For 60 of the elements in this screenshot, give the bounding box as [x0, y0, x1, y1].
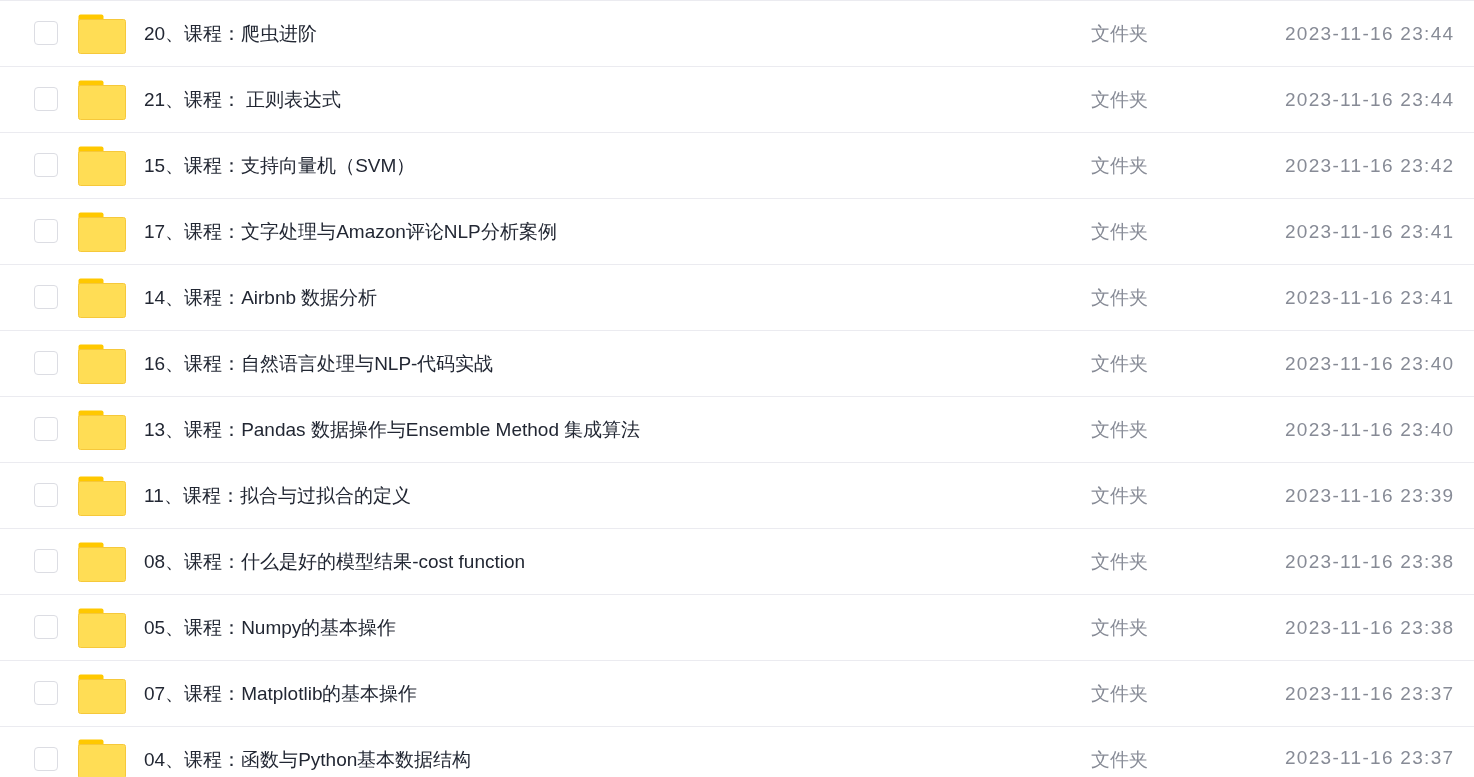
modified-date: 2023-11-16 23:41: [1285, 286, 1456, 309]
file-type: 文件夹: [1091, 748, 1149, 772]
folder-icon: [78, 277, 126, 318]
folder-name[interactable]: 13、课程：Pandas 数据操作与Ensemble Method 集成算法: [144, 416, 1091, 443]
checkbox[interactable]: [34, 218, 58, 243]
file-type: 文件夹: [1091, 417, 1149, 442]
folder-icon: [78, 739, 126, 777]
folder-icon: [78, 211, 126, 252]
file-type: 文件夹: [1091, 549, 1149, 574]
folder-name[interactable]: 16、课程：自然语言处理与NLP-代码实战: [144, 350, 1091, 377]
checkbox[interactable]: [34, 284, 58, 309]
folder-icon: [78, 673, 126, 714]
folder-name[interactable]: 07、课程：Matplotlib的基本操作: [144, 680, 1091, 707]
checkbox[interactable]: [34, 350, 58, 375]
file-type: 文件夹: [1091, 21, 1149, 46]
file-type: 文件夹: [1091, 219, 1149, 244]
modified-date: 2023-11-16 23:41: [1285, 220, 1456, 243]
modified-date: 2023-11-16 23:44: [1285, 88, 1456, 111]
folder-icon: [78, 343, 126, 384]
file-type: 文件夹: [1091, 351, 1149, 376]
folder-name[interactable]: 17、课程：文字处理与Amazon评论NLP分析案例: [144, 218, 1091, 245]
folder-icon: [78, 607, 126, 648]
file-type: 文件夹: [1091, 483, 1149, 508]
folder-name[interactable]: 05、课程：Numpy的基本操作: [144, 614, 1091, 641]
checkbox[interactable]: [34, 86, 58, 111]
checkbox[interactable]: [34, 680, 58, 705]
file-type: 文件夹: [1091, 681, 1149, 706]
file-type: 文件夹: [1091, 285, 1149, 310]
checkbox[interactable]: [34, 416, 58, 441]
folder-icon: [78, 475, 126, 516]
checkbox[interactable]: [34, 747, 58, 771]
folder-name[interactable]: 04、课程：函数与Python基本数据结构: [144, 747, 1091, 773]
modified-date: 2023-11-16 23:38: [1285, 550, 1456, 573]
modified-date: 2023-11-16 23:37: [1285, 747, 1456, 770]
folder-icon: [78, 13, 126, 54]
folder-icon: [78, 541, 126, 582]
modified-date: 2023-11-16 23:39: [1285, 484, 1456, 507]
checkbox[interactable]: [34, 614, 58, 639]
file-type: 文件夹: [1091, 615, 1149, 640]
modified-date: 2023-11-16 23:40: [1285, 418, 1456, 441]
checkbox[interactable]: [34, 20, 58, 45]
folder-name[interactable]: 21、课程： 正则表达式: [144, 86, 1091, 113]
modified-date: 2023-11-16 23:38: [1285, 616, 1456, 639]
folder-name[interactable]: 14、课程：Airbnb 数据分析: [144, 284, 1091, 311]
file-type: 文件夹: [1091, 153, 1149, 178]
folder-icon: [78, 145, 126, 186]
modified-date: 2023-11-16 23:40: [1285, 352, 1456, 375]
folder-name[interactable]: 15、课程：支持向量机（SVM）: [144, 152, 1091, 179]
folder-icon: [78, 79, 126, 120]
checkbox[interactable]: [34, 152, 58, 177]
folder-name[interactable]: 11、课程：拟合与过拟合的定义: [144, 482, 1091, 509]
modified-date: 2023-11-16 23:44: [1285, 22, 1456, 45]
folder-icon: [78, 409, 126, 450]
modified-date: 2023-11-16 23:42: [1285, 154, 1456, 177]
folder-name[interactable]: 08、课程：什么是好的模型结果-cost function: [144, 548, 1091, 575]
modified-date: 2023-11-16 23:37: [1285, 682, 1456, 705]
checkbox[interactable]: [34, 548, 58, 573]
file-type: 文件夹: [1091, 87, 1149, 112]
checkbox[interactable]: [34, 482, 58, 507]
folder-name[interactable]: 20、课程：爬虫进阶: [144, 20, 1091, 47]
